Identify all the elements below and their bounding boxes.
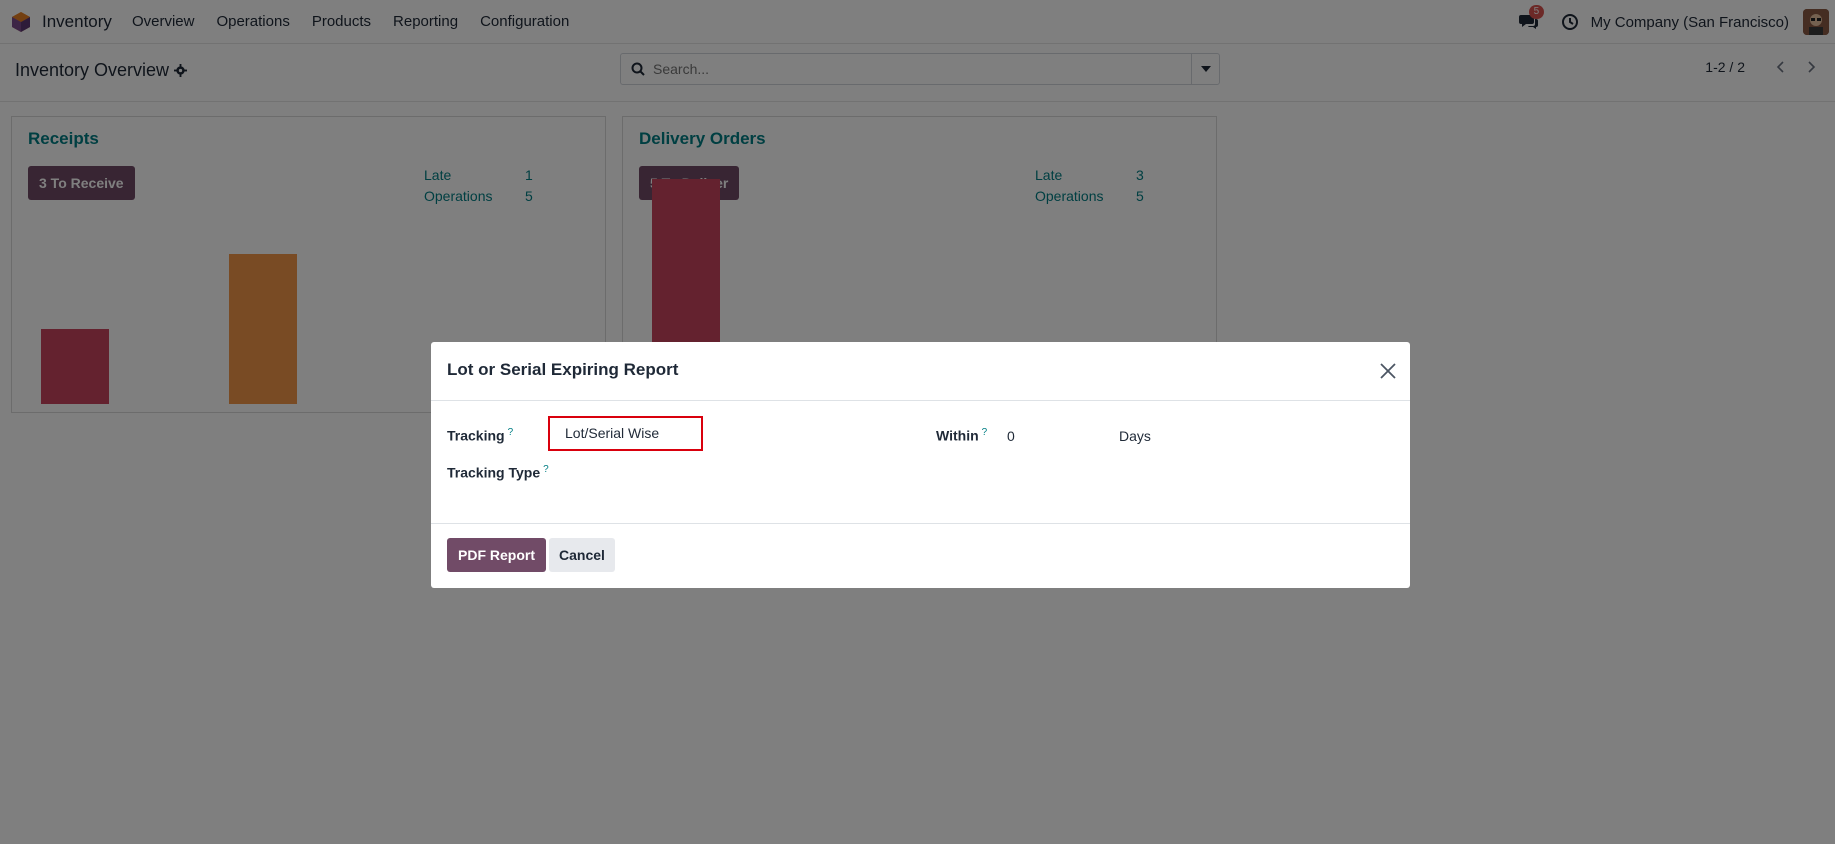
within-label: Within? [936,427,987,444]
within-label-text: Within [936,427,979,444]
modal-body: Tracking? Lot/Serial Wise Tracking Type?… [431,401,1410,524]
tracking-type-label-text: Tracking Type [447,464,541,481]
close-icon[interactable] [1378,361,1398,381]
pdf-report-button[interactable]: PDF Report [447,538,546,572]
within-unit-label: Days [1119,428,1151,444]
tracking-label-text: Tracking [447,427,505,444]
tracking-help-icon[interactable]: ? [508,427,514,438]
within-help-icon[interactable]: ? [982,427,988,438]
modal-title: Lot or Serial Expiring Report [447,360,679,379]
tracking-label: Tracking? [447,427,513,444]
within-days-field[interactable]: 0 [1007,428,1015,444]
tracking-type-label: Tracking Type? [447,464,549,481]
modal-footer: PDF Report Cancel [431,524,1410,587]
cancel-button[interactable]: Cancel [549,538,615,572]
tracking-type-help-icon[interactable]: ? [543,464,549,475]
tracking-field[interactable]: Lot/Serial Wise [548,416,703,451]
modal-header: Lot or Serial Expiring Report [431,342,1410,401]
lot-serial-expiring-dialog: Lot or Serial Expiring Report Tracking? … [431,342,1410,588]
